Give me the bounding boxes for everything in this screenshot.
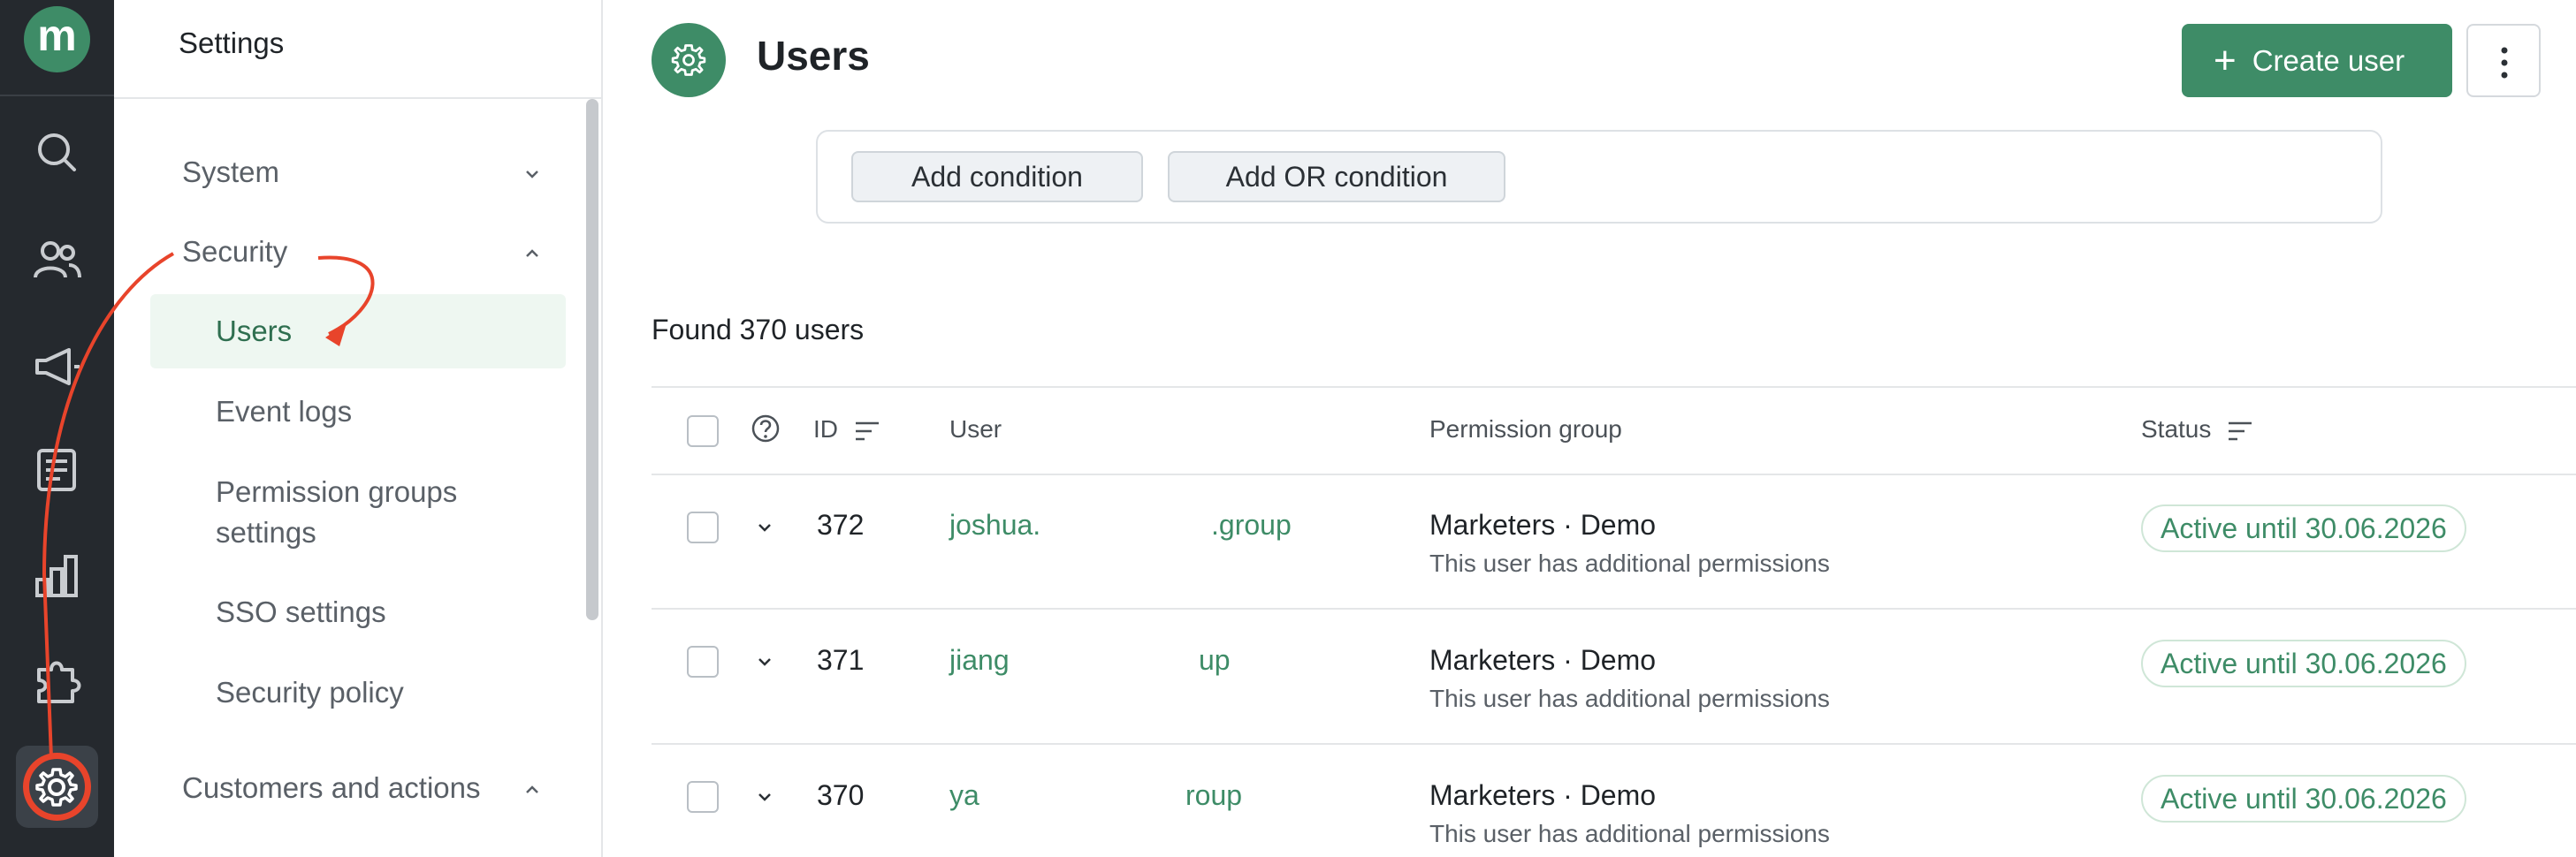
plus-icon: + (2214, 38, 2237, 82)
puzzle-icon[interactable] (28, 654, 85, 710)
chevron-down-icon[interactable] (754, 517, 775, 538)
table-top-border (652, 386, 2576, 388)
gear-icon (671, 44, 706, 76)
chevron-down-icon[interactable] (521, 163, 544, 186)
page-icon (652, 23, 726, 97)
help-icon[interactable] (750, 413, 781, 444)
sidebar-group-customers[interactable]: Customers and actions (182, 771, 481, 805)
sidebar-group-security[interactable]: Security (182, 235, 287, 269)
icon-rail: m (0, 0, 114, 857)
column-label: Status (2141, 415, 2212, 443)
column-header-status[interactable]: Status (2141, 415, 2253, 444)
sort-icon[interactable] (854, 420, 880, 443)
more-options-button[interactable] (2466, 24, 2541, 97)
sidebar-item-users-highlight (150, 294, 566, 368)
cell-id: 372 (817, 509, 865, 541)
column-header-user[interactable]: User (949, 415, 1002, 444)
filter-builder: Add condition Add OR condition (816, 130, 2382, 224)
row-checkbox[interactable] (687, 781, 719, 813)
search-icon[interactable] (28, 124, 85, 180)
table-row-divider (652, 608, 2576, 610)
feed-icon[interactable] (28, 442, 85, 498)
cell-permission-group: Marketers · Demo (1429, 779, 1657, 811)
column-header-id[interactable]: ID (813, 415, 880, 444)
row-checkbox[interactable] (687, 646, 719, 678)
cell-id: 370 (817, 779, 865, 811)
sidebar-item-label: settings (216, 516, 316, 549)
sidebar-item-label: Permission groups (216, 475, 458, 508)
status-badge: Active until 30.06.2026 (2141, 640, 2466, 687)
add-condition-button[interactable]: Add condition (851, 151, 1143, 202)
user-link[interactable]: .group (1211, 509, 1292, 542)
sidebar-item-security-policy[interactable]: Security policy (216, 672, 404, 713)
sidebar-title: Settings (179, 27, 285, 59)
sidebar-item-sso[interactable]: SSO settings (216, 592, 386, 633)
sidebar-item-users[interactable]: Users (216, 311, 292, 352)
add-or-condition-button[interactable]: Add OR condition (1168, 151, 1505, 202)
users-icon[interactable] (28, 231, 85, 288)
sidebar-divider (114, 97, 601, 99)
sidebar-scrollbar[interactable] (586, 99, 598, 620)
chevron-up-icon[interactable] (521, 242, 544, 265)
create-user-button[interactable]: + Create user (2182, 24, 2452, 97)
cell-permission-note: This user has additional permissions (1429, 685, 1830, 712)
brand-logo[interactable]: m (24, 6, 90, 72)
chevron-up-icon[interactable] (521, 778, 544, 801)
annotation-circle (23, 753, 91, 821)
row-checkbox[interactable] (687, 512, 719, 543)
results-count: Found 370 users (652, 314, 865, 345)
table-row-divider (652, 743, 2576, 745)
column-header-permission-group[interactable]: Permission group (1429, 415, 1622, 444)
column-label: ID (813, 415, 838, 443)
user-link[interactable]: up (1199, 644, 1231, 677)
kebab-menu-icon (2501, 47, 2508, 79)
status-badge: Active until 30.06.2026 (2141, 775, 2466, 823)
sidebar-item-event-logs[interactable]: Event logs (216, 391, 352, 432)
megaphone-icon[interactable] (28, 337, 85, 394)
main-content: Users + Create user Add condition Add OR… (603, 0, 2576, 857)
sidebar-item-permission-groups[interactable]: Permission groups settings (216, 472, 457, 553)
user-link[interactable]: jiang (949, 644, 1010, 677)
cell-permission-group: Marketers · Demo (1429, 509, 1657, 541)
select-all-checkbox[interactable] (687, 415, 719, 447)
table-row-divider (652, 474, 2576, 475)
page-title: Users (757, 33, 870, 79)
cell-permission-note: This user has additional permissions (1429, 550, 1830, 577)
sidebar-group-system[interactable]: System (182, 155, 279, 189)
user-link[interactable]: ya (949, 779, 979, 812)
rail-divider (0, 95, 114, 96)
chevron-down-icon[interactable] (754, 786, 775, 808)
status-badge: Active until 30.06.2026 (2141, 504, 2466, 552)
cell-id: 371 (817, 644, 865, 676)
settings-sidebar: Settings System Security Users Event log… (114, 0, 603, 857)
user-link[interactable]: roup (1185, 779, 1242, 812)
sort-icon[interactable] (2227, 420, 2253, 443)
cell-permission-group: Marketers · Demo (1429, 644, 1657, 676)
user-link[interactable]: joshua. (949, 509, 1040, 542)
chart-icon[interactable] (28, 548, 85, 604)
chevron-down-icon[interactable] (754, 651, 775, 672)
cell-permission-note: This user has additional permissions (1429, 820, 1830, 847)
create-user-label: Create user (2252, 43, 2405, 77)
